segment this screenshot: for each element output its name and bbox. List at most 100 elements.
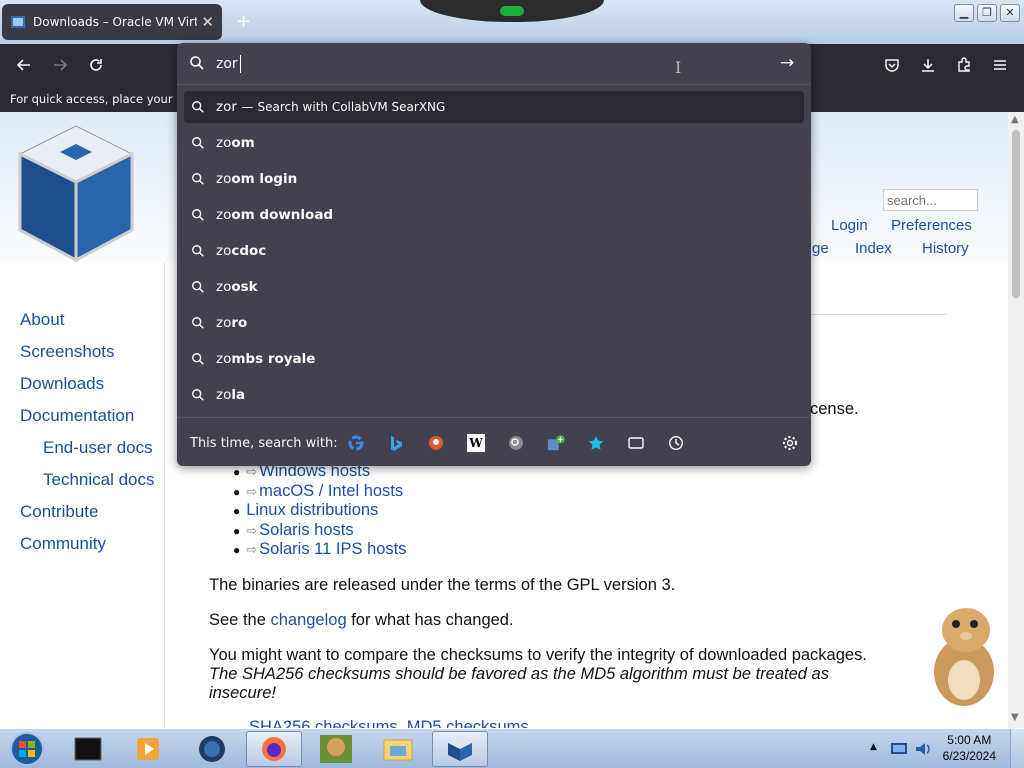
- show-desktop-button[interactable]: [1010, 729, 1024, 768]
- suggestion-item[interactable]: zocdoc: [184, 235, 804, 267]
- volume-icon[interactable]: [914, 740, 932, 758]
- forward-arrow-icon[interactable]: [46, 44, 74, 86]
- clock-time: 5:00 AM: [947, 733, 992, 747]
- taskbar-firefox-icon[interactable]: [246, 731, 302, 767]
- host-item-solaris[interactable]: ● ⇨ Solaris hosts: [233, 521, 354, 540]
- mouse-cursor-ibeam: I: [675, 58, 682, 77]
- changelog-post: for what has changed.: [346, 611, 514, 629]
- downloads-icon[interactable]: [914, 44, 942, 86]
- suggestion-typed: zo: [216, 207, 232, 223]
- urlbar-input[interactable]: zor: [216, 56, 238, 72]
- suggestion-typed: zo: [216, 171, 232, 187]
- clock-date: 6/23/2024: [942, 749, 996, 763]
- license-text-tail: cense.: [810, 400, 859, 418]
- taskbar-virtualbox-icon[interactable]: [432, 731, 488, 767]
- searxng-icon[interactable]: [507, 434, 525, 452]
- scroll-down-icon[interactable]: ▼: [1011, 712, 1019, 723]
- suggestion-completion: cdoc: [231, 243, 267, 259]
- host-item-linux[interactable]: ● Linux distributions: [233, 501, 378, 520]
- history-link[interactable]: History: [922, 240, 969, 257]
- suggestion-item[interactable]: zoom login: [184, 163, 804, 195]
- bing-icon[interactable]: [387, 434, 405, 452]
- wikipedia-icon[interactable]: W: [467, 434, 485, 452]
- sidebar-item-end-user-docs[interactable]: End-user docs: [43, 438, 153, 458]
- vm-toolbar-notch[interactable]: [420, 0, 604, 22]
- taskbar-explorer-icon[interactable]: [370, 731, 426, 767]
- go-arrow-icon[interactable]: →: [780, 53, 794, 73]
- tab-close-icon[interactable]: ✕: [201, 13, 214, 31]
- search-icon: [192, 353, 204, 365]
- suggestion-item[interactable]: zola: [184, 379, 804, 411]
- suggestion-typed: zo: [216, 351, 232, 367]
- start-button[interactable]: [2, 731, 52, 767]
- close-window-button[interactable]: ✕: [1000, 4, 1020, 22]
- tab-downloads[interactable]: Downloads – Oracle VM VirtualBox ✕: [2, 4, 222, 40]
- host-item-solaris-ips[interactable]: ● ⇨ Solaris 11 IPS hosts: [233, 540, 407, 559]
- search-icon: [192, 101, 204, 113]
- suggestion-item[interactable]: zoom download: [184, 199, 804, 231]
- hamster-mascot-image: [934, 608, 994, 706]
- suggestion-item[interactable]: zombs royale: [184, 343, 804, 375]
- suggestion-completion: mbs royale: [231, 351, 316, 367]
- taskbar-cmd-icon[interactable]: [60, 731, 116, 767]
- suggestion-completion: om download: [231, 207, 334, 223]
- network-icon[interactable]: [890, 741, 908, 757]
- preferences-link[interactable]: Preferences: [891, 217, 972, 234]
- search-icon: [190, 56, 204, 70]
- search-icon: [192, 281, 204, 293]
- back-arrow-icon[interactable]: [10, 44, 38, 86]
- search-icon: [192, 317, 204, 329]
- host-link-label: Solaris hosts: [259, 521, 354, 539]
- search-icon: [192, 137, 204, 149]
- bookmarks-icon[interactable]: [587, 434, 605, 452]
- sidebar-item-downloads[interactable]: Downloads: [20, 374, 104, 394]
- pocket-icon[interactable]: [878, 44, 906, 86]
- sidebar-item-community[interactable]: Community: [20, 534, 106, 554]
- search-settings-gear-icon[interactable]: [781, 434, 799, 452]
- taskbar-media-player-icon[interactable]: [120, 731, 176, 767]
- host-item-macos[interactable]: ● ⇨ macOS / Intel hosts: [233, 482, 403, 501]
- suggestion-typed: zo: [216, 279, 232, 295]
- add-engine-icon[interactable]: [547, 434, 565, 452]
- search-icon: [192, 389, 204, 401]
- extensions-icon[interactable]: [950, 44, 978, 86]
- history-icon[interactable]: [667, 434, 685, 452]
- login-link[interactable]: Login: [831, 217, 868, 234]
- sidebar-item-about[interactable]: About: [20, 310, 64, 330]
- tray-expand-icon[interactable]: ▲: [870, 742, 877, 752]
- checksum-note-2: insecure!: [209, 684, 276, 702]
- taskbar-globe-icon[interactable]: [184, 731, 240, 767]
- restore-button[interactable]: ❐: [977, 4, 997, 22]
- index-link[interactable]: Index: [855, 240, 892, 257]
- search-icon: [192, 173, 204, 185]
- tabs-icon[interactable]: [627, 434, 645, 452]
- google-icon[interactable]: [347, 434, 365, 452]
- suggestion-item[interactable]: zoro: [184, 307, 804, 339]
- taskbar-clock[interactable]: 5:00 AM 6/23/2024: [943, 732, 996, 764]
- one-off-label: This time, search with:: [190, 436, 338, 451]
- vertical-scrollbar[interactable]: ▲ ▼: [1008, 112, 1024, 728]
- sidebar-item-documentation[interactable]: Documentation: [20, 406, 134, 426]
- sidebar-item-technical-docs[interactable]: Technical docs: [43, 470, 155, 490]
- partial-nav-link[interactable]: ge: [812, 240, 829, 257]
- sidebar-item-screenshots[interactable]: Screenshots: [20, 342, 115, 362]
- urlbar-input-row[interactable]: zor I →: [177, 43, 811, 85]
- checksum-links[interactable]: SHA256 checksums, MD5 checksums: [249, 718, 529, 728]
- bookmarks-hint: For quick access, place your boo: [10, 92, 198, 106]
- wiki-search-field[interactable]: search...: [883, 189, 978, 211]
- taskbar-bonzi-icon[interactable]: [308, 731, 364, 767]
- reload-icon[interactable]: [82, 44, 110, 86]
- suggestion-completion: la: [231, 387, 246, 403]
- duckduckgo-icon[interactable]: [427, 434, 445, 452]
- suggestion-search-engine[interactable]: zor — Search with CollabVM SearXNG: [184, 91, 804, 123]
- suggestion-item[interactable]: zoosk: [184, 271, 804, 303]
- new-tab-button[interactable]: +: [236, 11, 251, 32]
- changelog-link[interactable]: changelog: [270, 611, 346, 629]
- menu-icon[interactable]: [986, 44, 1014, 86]
- suggestion-item[interactable]: zoom: [184, 127, 804, 159]
- minimize-button[interactable]: ▁: [954, 4, 974, 22]
- host-link-label: macOS / Intel hosts: [259, 482, 404, 500]
- scroll-thumb[interactable]: [1012, 130, 1020, 298]
- sidebar-item-contribute[interactable]: Contribute: [20, 502, 98, 522]
- scroll-up-icon[interactable]: ▲: [1011, 114, 1019, 125]
